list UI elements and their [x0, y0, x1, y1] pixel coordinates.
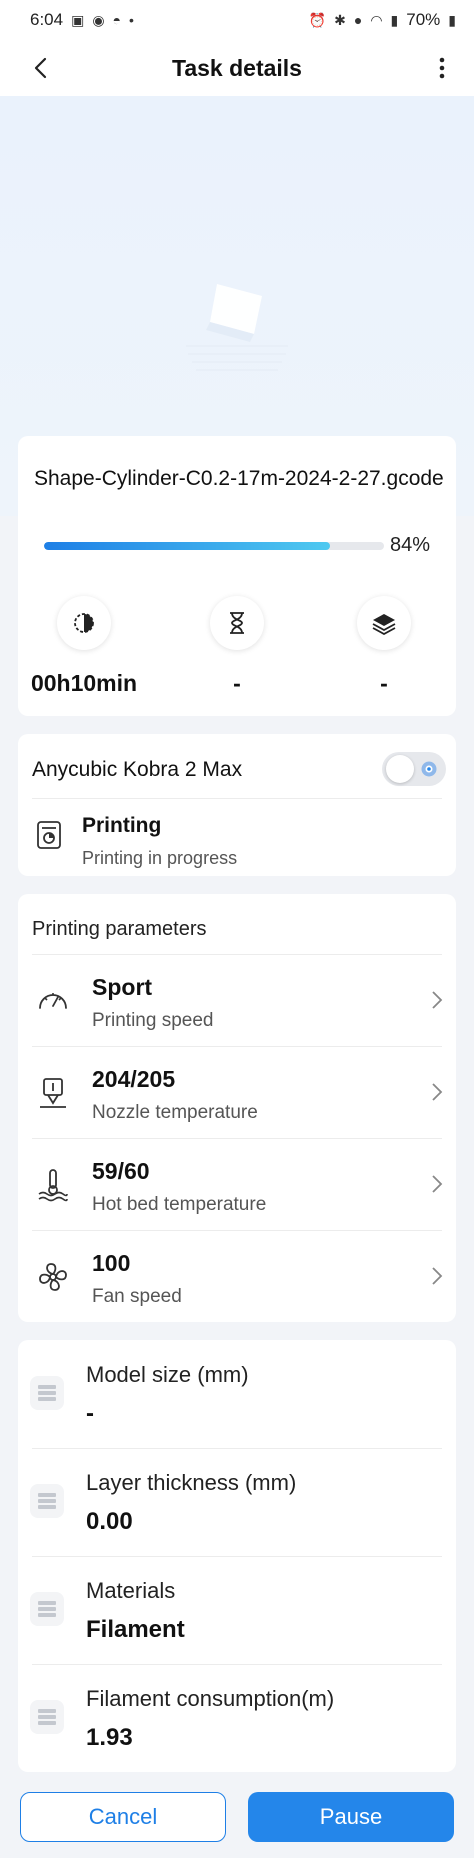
- back-button[interactable]: [24, 52, 56, 84]
- printing-parameters-heading: Printing parameters: [32, 918, 207, 940]
- model-size-value: -: [86, 1400, 94, 1427]
- more-options-button[interactable]: [426, 52, 458, 84]
- nozzle-thermometer-icon: [40, 1078, 66, 1108]
- stat-print-time: 00h10min: [24, 596, 144, 697]
- printing-parameters-card: Printing parameters Sport Printing speed…: [18, 894, 456, 1322]
- info-row-materials: Materials Filament: [18, 1556, 456, 1664]
- speedometer-icon: [39, 993, 67, 1009]
- printer-status-icon: [37, 821, 61, 849]
- nozzle-temperature-value: 204/205: [92, 1066, 176, 1092]
- hot-bed-icon: [38, 1169, 68, 1202]
- printer-status-subtitle: Printing in progress: [82, 848, 238, 868]
- more-vertical-icon: [439, 57, 445, 79]
- materials-label: Materials: [86, 1578, 176, 1603]
- alarm-icon: ⏰: [308, 11, 327, 28]
- signal-icon: ▮: [390, 11, 399, 28]
- list-icon: [30, 1376, 64, 1410]
- progress-bar-fill: [44, 542, 330, 550]
- wifi-icon: ◠: [370, 11, 383, 28]
- info-row-layer-thickness: Layer thickness (mm) 0.00: [18, 1448, 456, 1556]
- fan-speed-value: 100: [92, 1250, 131, 1276]
- stat-remaining-time: -: [177, 596, 297, 697]
- printer-status-title: Printing: [82, 814, 162, 837]
- model-info-card: Model size (mm) - Layer thickness (mm) 0…: [18, 1340, 456, 1772]
- status-bar-left: 6:04 ▣ ◉ ◓ •: [30, 10, 134, 30]
- list-icon: [30, 1484, 64, 1518]
- print-time-value: 00h10min: [30, 670, 138, 696]
- camera-eye-icon: [421, 761, 437, 777]
- remaining-time-value: -: [233, 670, 241, 696]
- battery-icon: ▮: [448, 11, 456, 28]
- layer-thickness-label: Layer thickness (mm): [86, 1470, 297, 1495]
- file-name: Shape-Cylinder-C0.2-17m-2024-2-27.gcode: [34, 467, 444, 490]
- status-time: 6:04: [30, 10, 64, 29]
- bluetooth-icon: ✱: [334, 11, 346, 28]
- stat-layers: -: [324, 596, 444, 697]
- location-icon: ●: [353, 12, 363, 28]
- chevron-right-icon: [432, 1267, 443, 1285]
- pause-button[interactable]: Pause: [248, 1792, 454, 1842]
- param-row-printing-speed[interactable]: Sport Printing speed: [18, 954, 456, 1046]
- gallery-notification-icon: ▣: [71, 11, 85, 28]
- progress-bar: [44, 542, 384, 550]
- status-bar-right: ⏰ ✱ ● ◠ ▮ 70% ▮: [309, 10, 456, 30]
- printer-card: Anycubic Kobra 2 Max Printing Printing i…: [18, 734, 456, 876]
- param-row-nozzle-temperature[interactable]: 204/205 Nozzle temperature: [18, 1046, 456, 1138]
- info-row-model-size: Model size (mm) -: [18, 1340, 456, 1448]
- materials-value: Filament: [86, 1616, 185, 1643]
- app-header: Task details: [0, 40, 474, 96]
- status-bar: 6:04 ▣ ◉ ◓ • ⏰ ✱ ● ◠ ▮ 70% ▮: [0, 0, 474, 40]
- cancel-button[interactable]: Cancel: [20, 1792, 226, 1842]
- hot-bed-temperature-value: 59/60: [92, 1158, 150, 1184]
- list-icon: [30, 1700, 64, 1734]
- helmet-notification-icon: ◓: [112, 12, 122, 28]
- job-card: Shape-Cylinder-C0.2-17m-2024-2-27.gcode …: [18, 436, 456, 716]
- model-size-label: Model size (mm): [86, 1362, 249, 1387]
- fan-icon: [39, 1263, 67, 1291]
- toggle-knob: [386, 755, 414, 783]
- list-icon: [30, 1592, 64, 1626]
- filament-consumption-value: 1.93: [86, 1724, 133, 1751]
- hourglass-icon: [210, 596, 264, 650]
- layers-value: -: [380, 670, 388, 696]
- chevron-left-icon: [34, 57, 47, 79]
- divider: [32, 798, 442, 799]
- param-row-hot-bed-temperature[interactable]: 59/60 Hot bed temperature: [18, 1138, 456, 1230]
- hot-bed-temperature-label: Hot bed temperature: [92, 1194, 267, 1215]
- page-title: Task details: [172, 54, 302, 81]
- chevron-right-icon: [432, 1175, 443, 1193]
- info-row-filament-consumption: Filament consumption(m) 1.93: [18, 1664, 456, 1772]
- print-time-icon: [57, 596, 111, 650]
- chevron-right-icon: [432, 991, 443, 1009]
- filament-consumption-label: Filament consumption(m): [86, 1686, 335, 1711]
- chevron-right-icon: [432, 1083, 443, 1101]
- camera-toggle[interactable]: [382, 752, 446, 786]
- progress-percent: 84%: [389, 534, 430, 556]
- layer-thickness-value: 0.00: [86, 1508, 133, 1535]
- printer-name: Anycubic Kobra 2 Max: [32, 758, 243, 781]
- layers-icon: [357, 596, 411, 650]
- more-notifications-dot-icon: •: [129, 12, 134, 28]
- param-row-fan-speed[interactable]: 100 Fan speed: [18, 1230, 456, 1322]
- fan-speed-label: Fan speed: [92, 1286, 182, 1307]
- model-preview-image: [186, 284, 288, 371]
- battery-percent: 70%: [406, 10, 441, 29]
- app-notification-icon: ◉: [92, 11, 105, 28]
- printing-speed-value: Sport: [92, 974, 153, 1000]
- nozzle-temperature-label: Nozzle temperature: [92, 1102, 258, 1123]
- printing-speed-label: Printing speed: [92, 1010, 214, 1031]
